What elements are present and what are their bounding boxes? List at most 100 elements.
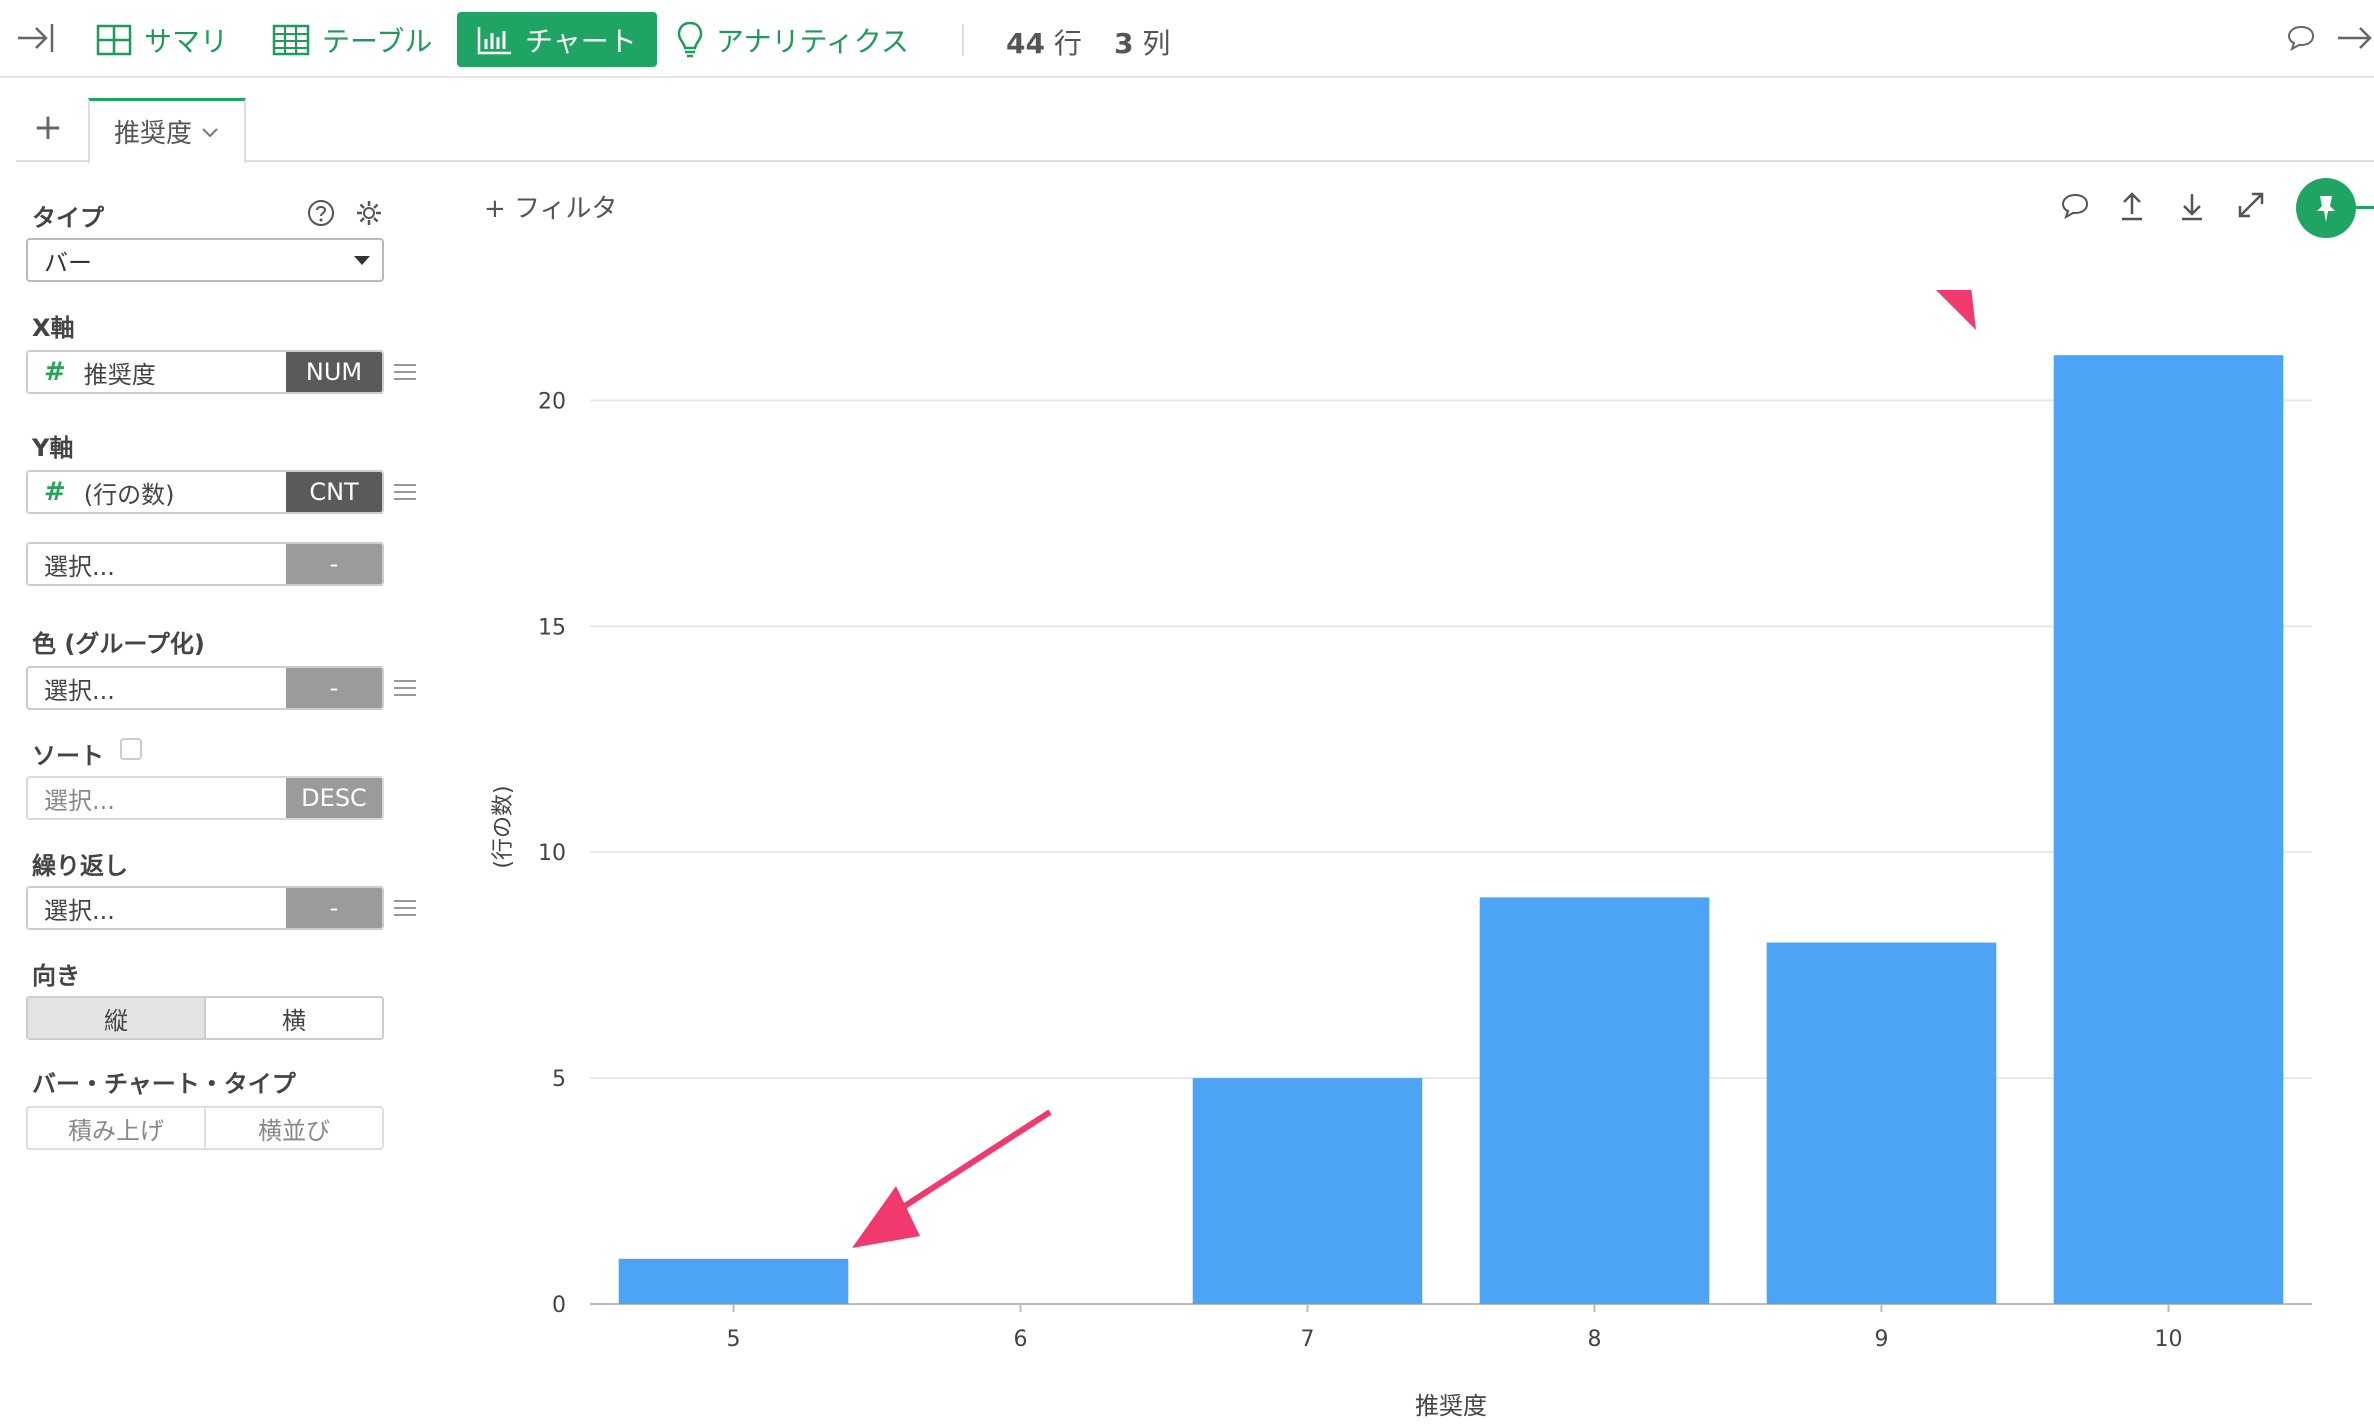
y-axis-menu-icon[interactable] <box>394 484 416 500</box>
bar-type-stacked-button[interactable]: 積み上げ <box>28 1108 204 1148</box>
x-tick-label: 10 <box>2155 1327 2183 1352</box>
tab-recommendation-label: 推奨度 <box>113 119 192 149</box>
tab-recommendation[interactable]: 推奨度 <box>88 98 246 164</box>
x-tick-label: 6 <box>1014 1327 1028 1352</box>
color-group-menu-icon[interactable] <box>394 680 416 696</box>
y-axis-second-aggregation-button[interactable]: - <box>286 544 382 584</box>
bar-chart: 0 5 10 15 20 5 6 7 8 9 10 推奨度 (行の数) <box>491 290 2312 1420</box>
comment-icon[interactable] <box>2286 24 2316 56</box>
column-count-value: 3 <box>1114 27 1134 60</box>
tab-chart-label: チャート <box>525 24 637 58</box>
tab-table-label: テーブル <box>322 24 433 58</box>
color-group-aggregation-button[interactable]: - <box>286 668 382 708</box>
bar <box>618 1258 849 1304</box>
repeat-field[interactable]: 選択... - <box>26 886 384 930</box>
orientation-label: 向き <box>32 962 80 990</box>
repeat-placeholder: 選択... <box>44 896 115 925</box>
numeric-hash-icon: # <box>44 357 66 387</box>
orientation-horizontal-button[interactable]: 横 <box>204 998 382 1038</box>
annotation-arrow-bottom-head <box>852 1186 920 1248</box>
chart-type-value: バー <box>44 248 92 277</box>
column-count-unit: 列 <box>1142 27 1171 60</box>
chevron-down-icon <box>202 127 218 137</box>
column-count: 3 列 <box>1114 22 1170 62</box>
tab-chart[interactable]: チャート <box>457 12 657 67</box>
pin-button[interactable] <box>2296 178 2356 238</box>
chart-type-select[interactable]: バー <box>26 238 384 282</box>
row-count-value: 44 <box>1006 27 1045 60</box>
x-tick-label: 5 <box>727 1327 741 1352</box>
pin-icon <box>2317 196 2335 222</box>
add-filter-button[interactable]: + フィルタ <box>484 188 618 225</box>
gear-icon[interactable] <box>354 198 384 232</box>
tab-summary[interactable]: サマリ <box>96 12 228 67</box>
y-tick-label: 20 <box>538 389 566 414</box>
upload-icon[interactable] <box>2118 190 2146 226</box>
lightbulb-icon <box>677 21 703 57</box>
x-axis-menu-icon[interactable] <box>394 364 416 380</box>
chart-comment-icon[interactable] <box>2060 192 2090 224</box>
sort-direction-button[interactable]: DESC <box>286 778 382 818</box>
y-axis-field-name: (行の数) <box>83 480 175 509</box>
tab-analytics-label: アナリティクス <box>716 24 909 58</box>
row-count-unit: 行 <box>1053 27 1082 60</box>
bar-type-side-by-side-button[interactable]: 横並び <box>204 1108 382 1148</box>
y-tick-label: 0 <box>552 1293 566 1318</box>
tab-analytics[interactable]: アナリティクス <box>676 12 909 67</box>
x-axis-title: 推奨度 <box>1415 1392 1487 1420</box>
sort-placeholder: 選択... <box>44 786 115 815</box>
summary-grid-icon <box>96 24 132 55</box>
x-axis-label: X軸 <box>32 314 75 342</box>
bar-chart-type-toggle: 積み上げ 横並び <box>26 1106 384 1150</box>
toolbar-divider <box>962 24 964 56</box>
color-group-field[interactable]: 選択... - <box>26 666 384 710</box>
collapse-panel-icon[interactable] <box>16 20 56 60</box>
x-tick-label: 9 <box>1875 1327 1889 1352</box>
table-icon <box>272 24 310 55</box>
type-label: タイプ <box>32 204 104 232</box>
bar-chart-icon <box>477 26 511 54</box>
x-axis-field-name: 推奨度 <box>83 360 156 389</box>
add-tab-button[interactable]: + <box>28 106 68 150</box>
sort-field[interactable]: 選択... DESC <box>26 776 384 820</box>
y-axis-aggregation-button[interactable]: CNT <box>286 472 382 512</box>
y-axis-second-placeholder: 選択... <box>44 552 115 581</box>
color-group-label: 色 (グループ化) <box>32 630 205 658</box>
expand-right-icon[interactable] <box>2336 20 2374 60</box>
x-tick-label: 7 <box>1301 1327 1315 1352</box>
download-icon[interactable] <box>2178 190 2206 226</box>
annotation-arrow-bottom <box>878 1109 1052 1225</box>
y-tick-label: 5 <box>552 1067 566 1092</box>
bar <box>1192 1078 1423 1304</box>
repeat-menu-icon[interactable] <box>394 900 416 916</box>
x-axis-field[interactable]: # 推奨度 NUM <box>26 350 384 394</box>
repeat-label: 繰り返し <box>32 852 128 880</box>
sort-label: ソート <box>32 742 104 770</box>
x-tick-label: 8 <box>1588 1327 1602 1352</box>
bar <box>1766 942 1997 1304</box>
fullscreen-icon[interactable] <box>2236 190 2266 224</box>
orientation-vertical-button[interactable]: 縦 <box>28 998 204 1038</box>
row-count: 44 行 <box>1006 22 1082 62</box>
dropdown-caret-icon <box>354 256 370 265</box>
annotation-arrow-top-head <box>1936 290 1976 330</box>
numeric-hash-icon: # <box>44 477 66 507</box>
repeat-aggregation-button[interactable]: - <box>286 888 382 928</box>
x-axis-aggregation-button[interactable]: NUM <box>286 352 382 392</box>
y-axis-label: Y軸 <box>32 434 74 462</box>
tab-table[interactable]: テーブル <box>272 12 432 67</box>
chart-tab-strip: + 推奨度 <box>16 98 2374 164</box>
sort-checkbox[interactable] <box>120 738 142 760</box>
orientation-toggle: 縦 横 <box>26 996 384 1040</box>
color-group-placeholder: 選択... <box>44 676 115 705</box>
bar <box>2053 355 2284 1304</box>
y-axis-field[interactable]: # (行の数) CNT <box>26 470 384 514</box>
top-toolbar: サマリ テーブル チャート アナリティクス 44 行 3 列 <box>0 0 2374 78</box>
y-axis-title: (行の数) <box>491 785 516 868</box>
help-icon[interactable] <box>306 198 336 232</box>
tab-summary-label: サマリ <box>144 24 229 58</box>
y-axis-second-field[interactable]: 選択... - <box>26 542 384 586</box>
y-tick-label: 15 <box>538 615 566 640</box>
y-tick-label: 10 <box>538 841 566 866</box>
bar <box>1479 897 1710 1304</box>
